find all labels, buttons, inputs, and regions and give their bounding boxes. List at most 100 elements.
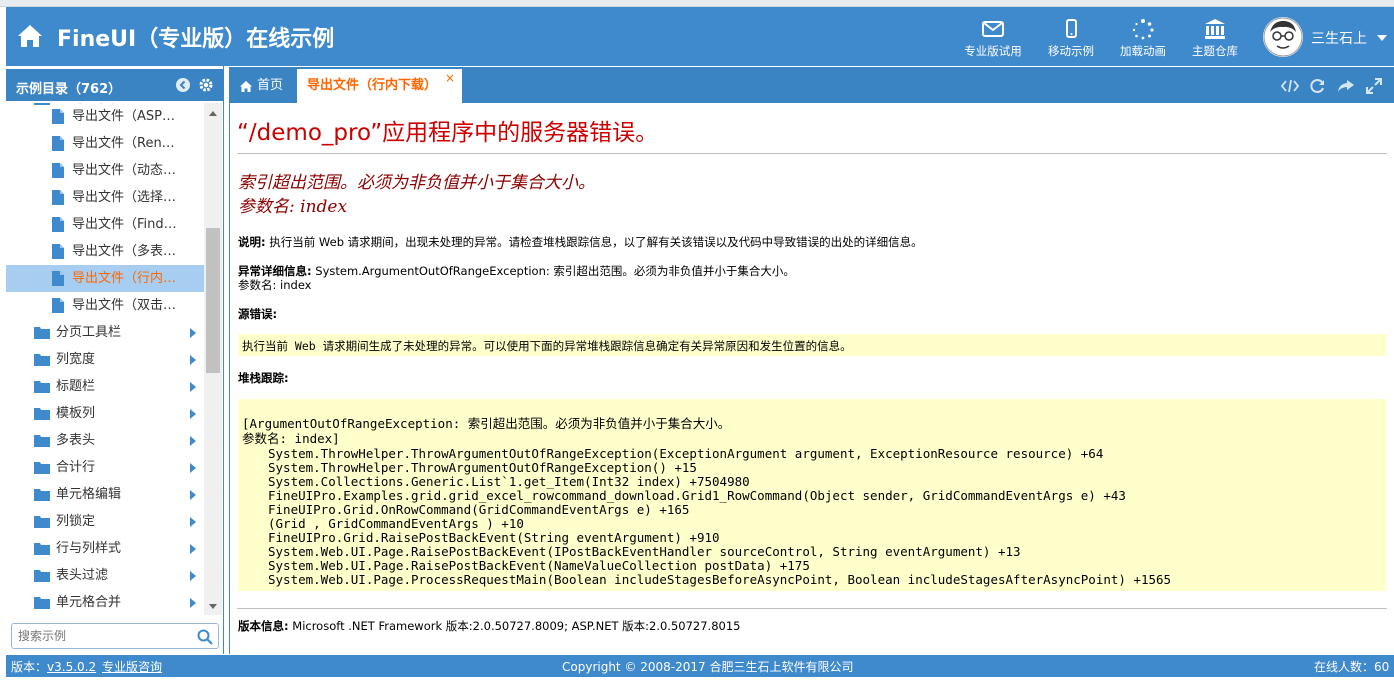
search-box bbox=[11, 623, 219, 649]
tree-label: 列锁定 bbox=[56, 514, 96, 529]
version-info: 版本信息: Microsoft .NET Framework 版本:2.0.50… bbox=[238, 619, 740, 633]
tree-folder-item[interactable]: 列宽度 bbox=[6, 346, 204, 373]
stack-line: System.Collections.Generic.List`1.get_It… bbox=[268, 474, 750, 489]
footer-version: 版本：v3.5.0.2 bbox=[11, 658, 96, 675]
sidebar-title: 示例目录（762） bbox=[16, 82, 122, 97]
gear-icon[interactable] bbox=[198, 77, 214, 93]
tree-folder-item[interactable]: 列锁定 bbox=[6, 508, 204, 535]
tree-folder-item[interactable]: 单元格编辑 bbox=[6, 481, 204, 508]
tree-scrollbar[interactable] bbox=[204, 103, 222, 615]
folder-icon bbox=[34, 516, 50, 528]
folder-icon bbox=[34, 327, 50, 339]
tree-file-item[interactable]: 导出文件（ASP… bbox=[6, 103, 204, 130]
trial-button[interactable]: 专业版试用 bbox=[957, 15, 1029, 63]
tree-folder-item[interactable]: 模板列 bbox=[6, 400, 204, 427]
tree-label: 模板列 bbox=[56, 406, 96, 421]
tree-folder-item[interactable]: 标题栏 bbox=[6, 373, 204, 400]
tree-file-item[interactable]: 导出文件（Find… bbox=[6, 211, 204, 238]
tree-file-item-selected[interactable]: 导出文件（行内… bbox=[6, 265, 204, 292]
scroll-up-arrow[interactable] bbox=[209, 111, 217, 116]
stack-trace-box: [ArgumentOutOfRangeException: 索引超出范围。必须为… bbox=[238, 399, 1386, 591]
close-icon[interactable]: × bbox=[445, 61, 455, 95]
folder-icon bbox=[34, 408, 50, 420]
chevron-right-icon bbox=[190, 517, 196, 527]
tree-label: 分页工具栏 bbox=[56, 325, 122, 340]
description-text: 执行当前 Web 请求期间，出现未处理的异常。请检查堆栈跟踪信息，以了解有关该错… bbox=[269, 235, 923, 249]
tree-folder-item[interactable]: 合计行 bbox=[6, 454, 204, 481]
tree-file-item[interactable]: 导出文件（双击… bbox=[6, 292, 204, 319]
search-icon[interactable] bbox=[197, 629, 213, 645]
file-icon bbox=[52, 298, 64, 313]
mobile-demo-button[interactable]: 移动示例 bbox=[1035, 15, 1107, 63]
home-icon[interactable] bbox=[16, 23, 44, 49]
folder-icon bbox=[34, 489, 50, 501]
file-icon bbox=[52, 109, 64, 124]
tree-label: 表头过滤 bbox=[56, 568, 109, 583]
folder-icon bbox=[34, 543, 50, 555]
tree-file-item[interactable]: 导出文件（选择… bbox=[6, 184, 204, 211]
expand-icon[interactable] bbox=[1365, 78, 1383, 94]
tree-label: 导出文件（Ren… bbox=[72, 136, 175, 151]
user-menu[interactable]: 三生石上 bbox=[1263, 15, 1393, 59]
tree-file-item[interactable]: 导出文件（多表… bbox=[6, 238, 204, 265]
tree-label: 合计行 bbox=[56, 460, 96, 475]
trial-label: 专业版试用 bbox=[964, 44, 1022, 58]
consult-link[interactable]: 专业版咨询 bbox=[102, 660, 162, 674]
tab-home[interactable]: 首页 bbox=[229, 69, 297, 103]
tree-folder-item[interactable]: 行与列样式 bbox=[6, 535, 204, 562]
tree-file-item[interactable]: 导出文件（动态… bbox=[6, 157, 204, 184]
code-icon[interactable] bbox=[1281, 78, 1299, 94]
tree-label: 多表头 bbox=[56, 433, 96, 448]
theme-store-button[interactable]: 主题仓库 bbox=[1179, 15, 1251, 63]
sidebar: 示例目录（762） 导出与下载 导出文件（ASP… 导出文件（Ren… 导出文件… bbox=[6, 66, 224, 654]
user-name: 三生石上 bbox=[1311, 31, 1367, 47]
tree-folder-item[interactable]: 单元格合并 bbox=[6, 589, 204, 615]
tree-folder-item[interactable]: 多表头 bbox=[6, 427, 204, 454]
version-link[interactable]: v3.5.0.2 bbox=[47, 660, 96, 674]
exception-details: 异常详细信息: System.ArgumentOutOfRangeExcepti… bbox=[238, 264, 795, 292]
collapse-icon[interactable] bbox=[175, 77, 191, 93]
tab-export-inline-download[interactable]: 导出文件（行内下载） × bbox=[297, 69, 462, 103]
footer-consult: 专业版咨询 bbox=[102, 658, 162, 675]
tree-folder-item[interactable]: 表头过滤 bbox=[6, 562, 204, 589]
stack-line: FineUIPro.Grid.OnRowCommand(GridCommandE… bbox=[268, 502, 690, 517]
tab-label: 首页 bbox=[257, 78, 284, 93]
chevron-right-icon bbox=[190, 463, 196, 473]
refresh-icon[interactable] bbox=[1309, 78, 1327, 94]
loading-animation-button[interactable]: 加载动画 bbox=[1107, 15, 1179, 63]
tree-folder-item[interactable]: 分页工具栏 bbox=[6, 319, 204, 346]
footer-copyright: Copyright © 2008-2017 合肥三生石上软件有限公司 bbox=[562, 660, 854, 674]
tree-label: 导出文件（选择… bbox=[72, 190, 177, 205]
file-icon bbox=[52, 271, 64, 286]
stack-line: System.ThrowHelper.ThrowArgumentOutOfRan… bbox=[268, 446, 1104, 461]
scroll-down-arrow[interactable] bbox=[209, 604, 217, 609]
tab-label: 导出文件（行内下载） bbox=[307, 78, 438, 93]
share-icon[interactable] bbox=[1337, 78, 1355, 94]
stack-line: System.Web.UI.Page.RaisePostBackEvent(IP… bbox=[268, 544, 1021, 559]
error-param-line: 参数名: index bbox=[238, 197, 348, 217]
scroll-thumb[interactable] bbox=[206, 228, 220, 373]
tree-label: 导出文件（行内… bbox=[72, 271, 177, 286]
footer: 版本：v3.5.0.2 专业版咨询 Copyright © 2008-2017 … bbox=[6, 655, 1394, 677]
chevron-right-icon bbox=[190, 598, 196, 608]
loading-label: 加载动画 bbox=[1120, 44, 1166, 58]
tree-label: 列宽度 bbox=[56, 352, 96, 367]
error-title: “/demo_pro”应用程序中的服务器错误。 bbox=[237, 120, 659, 146]
source-text: 执行当前 Web 请求期间生成了未处理的异常。可以使用下面的异常堆栈跟踪信息确定… bbox=[242, 339, 852, 353]
chevron-right-icon bbox=[190, 490, 196, 500]
file-icon bbox=[52, 136, 64, 151]
tree-file-item[interactable]: 导出文件（Ren… bbox=[6, 130, 204, 157]
app-header: FineUI（专业版）在线示例 专业版试用 移动示例 加载动画 主题仓库 三生石… bbox=[6, 7, 1394, 66]
source-error-box: 执行当前 Web 请求期间生成了未处理的异常。可以使用下面的异常堆栈跟踪信息确定… bbox=[238, 334, 1386, 356]
exception-text: System.ArgumentOutOfRangeException: 索引超出… bbox=[315, 264, 795, 278]
folder-icon bbox=[34, 570, 50, 582]
tree-label: 单元格合并 bbox=[56, 595, 122, 610]
divider bbox=[237, 153, 1387, 154]
exception-param: 参数名: index bbox=[238, 278, 312, 292]
envelope-icon bbox=[982, 21, 1004, 37]
search-input[interactable] bbox=[18, 627, 188, 645]
chevron-right-icon bbox=[190, 382, 196, 392]
tree-label: 导出文件（Find… bbox=[72, 217, 177, 232]
browser-top-strip bbox=[0, 0, 1394, 7]
file-icon bbox=[52, 217, 64, 232]
